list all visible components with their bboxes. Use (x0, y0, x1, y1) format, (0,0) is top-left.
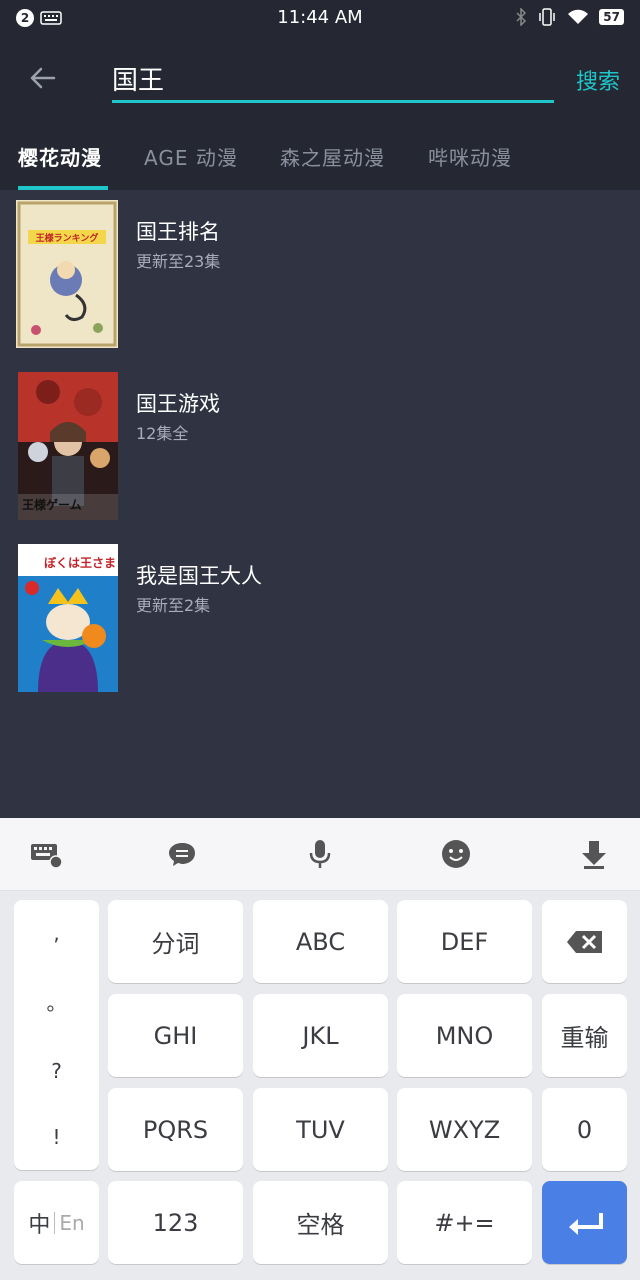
lang-divider (54, 1211, 56, 1234)
tab-age[interactable]: AGE 动漫 (144, 142, 238, 171)
punctuation-key-column[interactable]: , 。 ? ! (14, 900, 99, 1170)
status-right: 57 (515, 8, 624, 26)
keyboard-toolbar (0, 818, 640, 891)
key-abc[interactable]: ABC (253, 900, 388, 983)
key-def[interactable]: DEF (397, 900, 532, 983)
emoji-button[interactable] (436, 836, 476, 872)
result-title: 我是国王大人 (136, 564, 262, 588)
search-button[interactable]: 搜索 (576, 64, 620, 96)
backspace-key[interactable] (542, 900, 627, 983)
tab-senzhiwu[interactable]: 森之屋动漫 (280, 142, 385, 171)
result-subtitle: 12集全 (136, 424, 189, 443)
list-item[interactable]: ぼくは王さま 我是国王大人 更新至2集 (0, 544, 640, 704)
cover-image: 王様ランキング (16, 200, 118, 348)
cover-image: 王様ゲーム (18, 372, 118, 520)
wifi-icon (568, 9, 589, 24)
search-field[interactable] (112, 58, 554, 103)
enter-key[interactable] (542, 1181, 627, 1264)
arrow-down-icon (582, 841, 606, 869)
active-tab-indicator (18, 186, 108, 190)
key-mno[interactable]: MNO (397, 994, 532, 1077)
microphone-icon (309, 840, 331, 868)
key-numbers[interactable]: 123 (108, 1181, 243, 1264)
t9-keyboard: , 。 ? ! 分词 ABC DEF GHI JKL MNO 重输 PQRS T… (0, 891, 640, 1280)
search-header: 搜索 樱花动漫 AGE 动漫 森之屋动漫 哔咪动漫 (0, 36, 640, 190)
cover-text: 王様ゲーム (22, 498, 82, 512)
key-retype[interactable]: 重输 (542, 994, 627, 1077)
key-tuv[interactable]: TUV (253, 1088, 388, 1171)
key-segment[interactable]: 分词 (108, 900, 243, 983)
space-key[interactable]: 空格 (253, 1181, 388, 1264)
source-tabs: 樱花动漫 AGE 动漫 森之屋动漫 哔咪动漫 (0, 136, 640, 190)
key-jkl[interactable]: JKL (253, 994, 388, 1077)
lang-en-label: En (59, 1210, 85, 1235)
cover-text: ぼくは王さま (43, 556, 116, 570)
result-subtitle: 更新至2集 (136, 596, 211, 615)
hide-keyboard-button[interactable] (574, 836, 614, 872)
vibrate-icon (539, 8, 556, 26)
search-input[interactable] (112, 58, 554, 98)
enter-icon (568, 1212, 603, 1235)
cover-image: ぼくは王さま (18, 544, 118, 692)
bluetooth-icon (516, 8, 527, 26)
punct-exclaim[interactable]: ! (52, 1125, 60, 1149)
cover-text: 王様ランキング (35, 234, 99, 244)
key-zero[interactable]: 0 (542, 1088, 627, 1171)
backspace-icon (566, 930, 602, 953)
tab-sakura[interactable]: 樱花动漫 (18, 142, 102, 171)
punct-question[interactable]: ? (51, 1059, 62, 1083)
back-button[interactable] (24, 60, 60, 96)
key-ghi[interactable]: GHI (108, 994, 243, 1077)
emoji-icon (442, 840, 470, 868)
chat-bubble-icon (169, 843, 195, 866)
language-toggle-key[interactable]: 中 En (14, 1181, 99, 1264)
battery-indicator: 57 (599, 9, 624, 25)
key-symbols[interactable]: #+= (397, 1181, 532, 1264)
result-title: 国王排名 (136, 220, 220, 244)
keyboard-settings-icon (31, 844, 63, 868)
key-pqrs[interactable]: PQRS (108, 1088, 243, 1171)
lang-zh-label: 中 (28, 1212, 51, 1238)
arrow-left-icon (30, 67, 56, 89)
keyboard-settings-button[interactable] (26, 836, 66, 872)
list-item[interactable]: 王様ゲーム 国王游戏 12集全 (0, 372, 640, 532)
list-item[interactable]: 王様ランキング 国王排名 更新至23集 (0, 200, 640, 360)
voice-input-button[interactable] (300, 836, 340, 872)
result-subtitle: 更新至23集 (136, 252, 221, 271)
punct-period[interactable]: 。 (47, 987, 67, 1016)
chat-button[interactable] (162, 836, 202, 872)
result-title: 国王游戏 (136, 392, 220, 416)
tab-bimi[interactable]: 哔咪动漫 (428, 142, 512, 171)
key-wxyz[interactable]: WXYZ (397, 1088, 532, 1171)
status-bar: 2 11:44 AM 57 (0, 0, 640, 36)
punct-comma[interactable]: , (53, 921, 59, 945)
